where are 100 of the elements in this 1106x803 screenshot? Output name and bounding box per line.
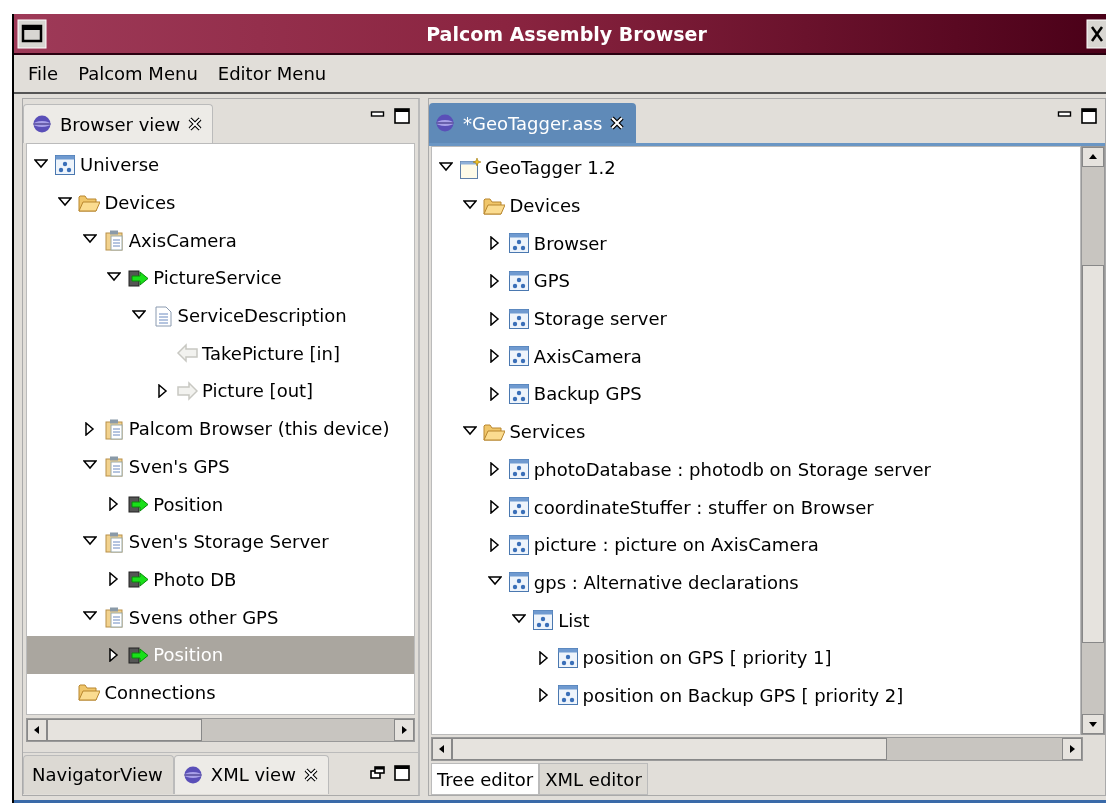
scroll-right-icon[interactable] xyxy=(394,719,414,741)
caret-right-icon[interactable] xyxy=(536,650,551,665)
tree-row[interactable]: GPS xyxy=(432,262,1080,300)
tree-row[interactable]: AxisCamera xyxy=(432,337,1080,376)
close-icon[interactable] xyxy=(188,117,203,131)
globe-icon xyxy=(32,114,52,134)
tree-row[interactable]: AxisCamera xyxy=(27,221,414,260)
tree-row[interactable]: Svens other GPS xyxy=(27,598,414,636)
tree-row[interactable]: Palcom Browser (this device) xyxy=(27,409,414,448)
tree-row[interactable]: photoDatabase : photodb on Storage server xyxy=(432,450,1080,489)
maximize-icon[interactable] xyxy=(1081,108,1097,124)
maximize-icon[interactable] xyxy=(394,108,410,124)
tree-row[interactable]: Services xyxy=(432,412,1080,451)
tree-row[interactable]: TakePicture [in] xyxy=(27,334,414,373)
tree-item-label: position on GPS [ priority 1] xyxy=(581,647,832,669)
tree-row[interactable]: Connections xyxy=(27,673,414,712)
tree-row[interactable]: Backup GPS xyxy=(432,375,1080,413)
tree-item-label: Position xyxy=(152,493,224,515)
caret-right-icon[interactable] xyxy=(487,273,502,288)
component-icon xyxy=(507,382,530,405)
caret-right-icon[interactable] xyxy=(487,386,502,401)
tab[interactable]: Browser view xyxy=(23,104,214,143)
tree-item-label: picture : picture on AxisCamera xyxy=(532,534,819,556)
component-icon xyxy=(507,232,530,255)
tree-row[interactable]: Devices xyxy=(27,183,414,222)
caret-right-icon[interactable] xyxy=(156,383,170,398)
vertical-scrollbar[interactable] xyxy=(1081,146,1105,735)
tree-row[interactable]: ServiceDescription xyxy=(27,296,414,335)
menu-item[interactable]: Editor Menu xyxy=(217,63,327,84)
restore-icon[interactable] xyxy=(370,765,386,781)
tab[interactable]: NavigatorView xyxy=(23,754,174,794)
tree-row[interactable]: picture : picture on AxisCamera xyxy=(432,525,1080,564)
window-menu-icon[interactable] xyxy=(17,18,47,49)
tree-row[interactable]: gps : Alternative declarations xyxy=(432,563,1080,602)
scroll-left-icon[interactable] xyxy=(432,738,452,760)
tree-row[interactable]: position on GPS [ priority 1] xyxy=(432,638,1080,677)
tree-item-label: Devices xyxy=(508,195,581,217)
tree-row[interactable]: List xyxy=(432,601,1080,639)
scrollbar-thumb[interactable] xyxy=(47,719,202,741)
tree-row[interactable]: PictureService xyxy=(27,259,414,297)
scroll-up-icon[interactable] xyxy=(1082,147,1104,167)
clipboard-icon xyxy=(102,229,125,252)
tree-row[interactable]: coordinateStuffer : stuffer on Browser xyxy=(432,488,1080,526)
scroll-down-icon[interactable] xyxy=(1082,714,1104,734)
tree-row[interactable]: Photo DB xyxy=(27,560,414,599)
tree-item-label: List xyxy=(557,609,590,631)
close-icon[interactable] xyxy=(610,116,625,130)
component-icon xyxy=(507,496,530,519)
tree-row[interactable]: Browser xyxy=(432,224,1080,263)
tree-item-label: Svens other GPS xyxy=(127,606,279,628)
tree-row[interactable]: Position xyxy=(27,485,414,523)
component-icon xyxy=(507,269,530,292)
tree-item-label: GeoTagger 1.2 xyxy=(484,157,616,179)
tab[interactable]: XML view xyxy=(173,754,329,794)
tree-item-label: Storage server xyxy=(532,308,667,330)
scrollbar-thumb[interactable] xyxy=(1082,265,1104,643)
caret-right-icon[interactable] xyxy=(487,537,502,552)
menu-item[interactable]: Palcom Menu xyxy=(78,63,198,84)
caret-right-icon[interactable] xyxy=(536,688,551,703)
caret-right-icon[interactable] xyxy=(487,236,502,251)
tree-item-label: Connections xyxy=(103,681,216,703)
tree-row[interactable]: Storage server xyxy=(432,299,1080,338)
caret-right-icon[interactable] xyxy=(82,421,97,436)
tab[interactable]: XML editor xyxy=(539,763,648,795)
tree-item-label: Devices xyxy=(103,192,176,214)
maximize-icon[interactable] xyxy=(394,765,410,781)
scrollbar-thumb[interactable] xyxy=(452,738,887,760)
component-icon xyxy=(507,458,530,481)
tree-row[interactable]: Sven's Storage Server xyxy=(27,522,414,561)
tree-item-label: gps : Alternative declarations xyxy=(532,571,799,593)
component-icon xyxy=(556,684,579,707)
tab[interactable]: Tree editor xyxy=(431,763,540,795)
tree-item-label: ServiceDescription xyxy=(176,305,347,327)
window-title: Palcom Assembly Browser xyxy=(425,22,708,45)
menu-item[interactable]: File xyxy=(28,63,59,84)
clipboard-icon xyxy=(102,417,125,440)
tree-item-label: AxisCamera xyxy=(532,345,642,367)
horizontal-scrollbar[interactable] xyxy=(26,718,415,742)
caret-right-icon[interactable] xyxy=(487,311,502,326)
tree-item-label: PictureService xyxy=(152,267,282,289)
right-arrow-icon xyxy=(176,379,198,402)
horizontal-scrollbar[interactable] xyxy=(431,737,1083,761)
tab[interactable]: *GeoTagger.ass xyxy=(429,103,637,143)
component-icon xyxy=(507,533,530,556)
scroll-left-icon[interactable] xyxy=(27,719,47,741)
scroll-right-icon[interactable] xyxy=(1062,738,1082,760)
tree-row[interactable]: GeoTagger 1.2 xyxy=(432,149,1080,187)
tree-row[interactable]: Sven's GPS xyxy=(27,447,414,486)
component-icon xyxy=(532,609,555,632)
caret-right-icon[interactable] xyxy=(487,349,502,364)
tree-row[interactable]: position on Backup GPS [ priority 2] xyxy=(432,676,1080,715)
tree-item-label: Backup GPS xyxy=(532,383,642,405)
tree-row[interactable]: Devices xyxy=(432,186,1080,225)
caret-right-icon[interactable] xyxy=(487,462,502,477)
tree-row[interactable]: Picture [out] xyxy=(27,372,414,410)
close-icon[interactable] xyxy=(303,767,318,782)
tree-item-label: position on Backup GPS [ priority 2] xyxy=(581,684,904,706)
tree-item-label: Sven's Storage Server xyxy=(127,531,329,553)
tree-row[interactable]: Universe xyxy=(27,146,414,184)
caret-right-icon[interactable] xyxy=(487,500,502,515)
